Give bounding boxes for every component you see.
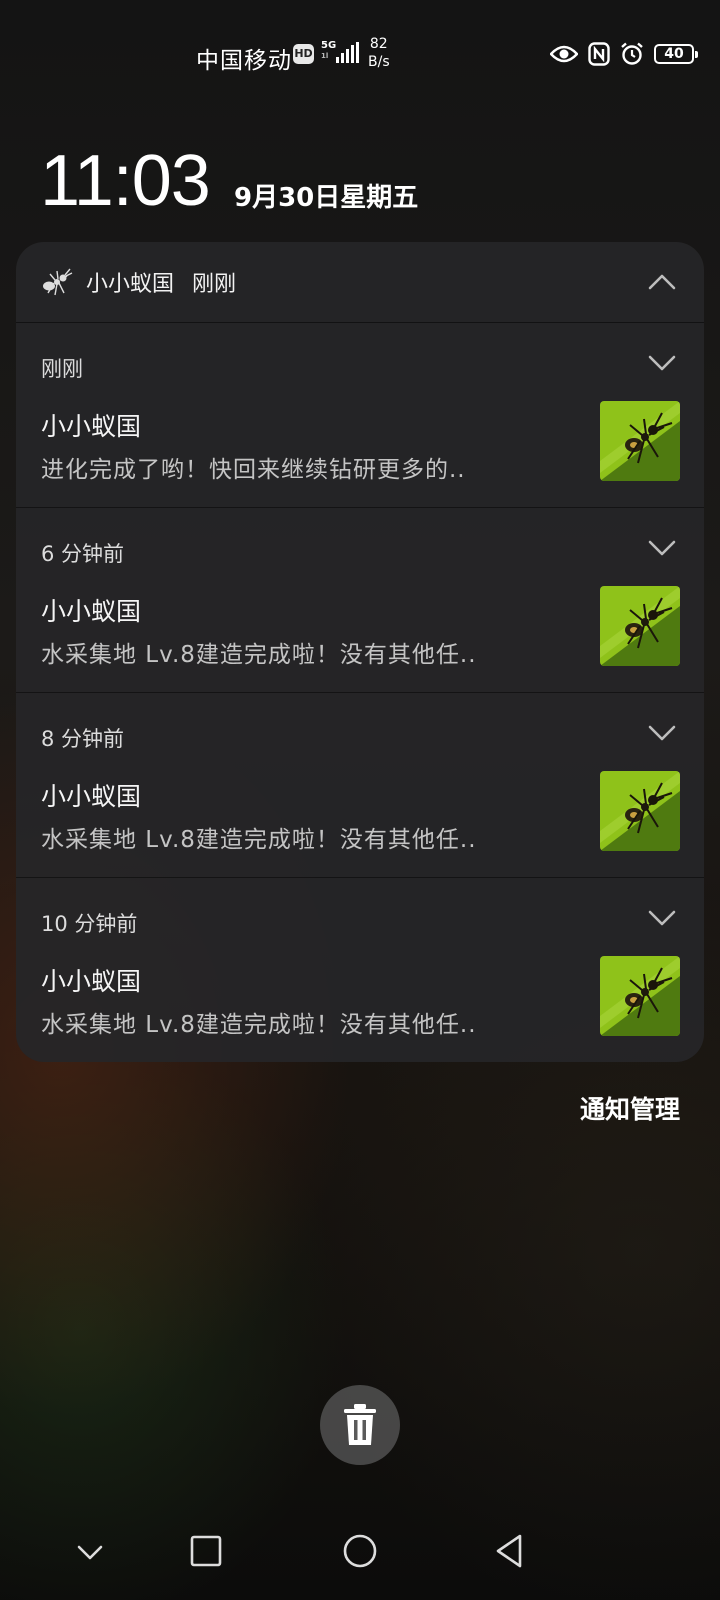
ant-thumbnail-image	[600, 956, 680, 1036]
notification-body: 水采集地 Lv.8建造完成啦！没有其他任..	[41, 1012, 477, 1038]
status-icons: 40	[550, 40, 698, 68]
notification-title: 小小蚁国	[41, 597, 142, 626]
home-circle-icon[interactable]	[338, 1530, 382, 1574]
notification-time: 刚刚	[41, 357, 83, 381]
carrier-name: 中国移动	[196, 48, 292, 74]
chevron-down-icon[interactable]	[644, 900, 680, 936]
navigation-bar	[0, 1530, 720, 1590]
notification-title: 小小蚁国	[41, 412, 142, 441]
group-time: 刚刚	[192, 272, 237, 297]
notification-item[interactable]: 8 分钟前 小小蚁国 水采集地 Lv.8建造完成啦！没有其他任..	[16, 693, 704, 878]
chevron-down-icon[interactable]	[644, 715, 680, 751]
speed-value: 82	[369, 36, 388, 52]
lock-clock: 11:03	[40, 141, 211, 221]
notification-settings-link[interactable]: 通知管理	[580, 1090, 680, 1126]
ant-thumbnail-image	[600, 401, 680, 481]
back-triangle-icon[interactable]	[490, 1530, 534, 1574]
recents-square-icon[interactable]	[184, 1530, 228, 1574]
notification-group[interactable]: 小小蚁国 刚刚 刚刚 小小蚁国 进化完成了哟！快回来继续钻研更多的.. 6 分钟…	[16, 242, 704, 1062]
nfc-icon	[588, 42, 610, 66]
ant-app-icon	[43, 268, 73, 296]
notification-group-header[interactable]: 小小蚁国 刚刚	[16, 242, 704, 323]
notification-item[interactable]: 刚刚 小小蚁国 进化完成了哟！快回来继续钻研更多的..	[16, 323, 704, 508]
network-type-label: 5G	[321, 40, 337, 51]
notification-title: 小小蚁国	[41, 782, 142, 811]
lock-date: 9月30日星期五	[234, 183, 419, 213]
ant-thumbnail-image	[600, 586, 680, 666]
notification-title: 小小蚁国	[41, 967, 142, 996]
notification-time: 10 分钟前	[41, 912, 138, 936]
notification-body: 水采集地 Lv.8建造完成啦！没有其他任..	[41, 827, 477, 853]
eye-icon	[550, 45, 578, 63]
clear-all-button[interactable]	[320, 1385, 400, 1465]
network-type: 5G 1l	[321, 40, 336, 62]
network-sub-label: 1l	[321, 52, 329, 60]
notification-time: 8 分钟前	[41, 727, 125, 751]
notification-item[interactable]: 6 分钟前 小小蚁国 水采集地 Lv.8建造完成啦！没有其他任..	[16, 508, 704, 693]
notification-body: 进化完成了哟！快回来继续钻研更多的..	[41, 457, 466, 483]
battery-icon: 40	[654, 44, 698, 64]
notification-item[interactable]: 10 分钟前 小小蚁国 水采集地 Lv.8建造完成啦！没有其他任..	[16, 878, 704, 1062]
app-name: 小小蚁国	[86, 272, 175, 297]
status-bar: 中国移动 HD 5G 1l 82 B/s 40	[0, 0, 720, 100]
alarm-icon	[621, 42, 643, 65]
notification-time: 6 分钟前	[41, 542, 125, 566]
ant-thumbnail-image	[600, 771, 680, 851]
chevron-up-icon[interactable]	[644, 264, 680, 300]
notification-body: 水采集地 Lv.8建造完成啦！没有其他任..	[41, 642, 477, 668]
signal-icon	[336, 42, 359, 63]
trash-icon	[344, 1404, 376, 1445]
chevron-down-icon[interactable]	[68, 1530, 112, 1574]
hd-badge: HD	[293, 44, 314, 64]
speed-unit: B/s	[368, 54, 390, 70]
network-speed: 82 B/s	[368, 35, 390, 71]
chevron-down-icon[interactable]	[644, 345, 680, 381]
chevron-down-icon[interactable]	[644, 530, 680, 566]
